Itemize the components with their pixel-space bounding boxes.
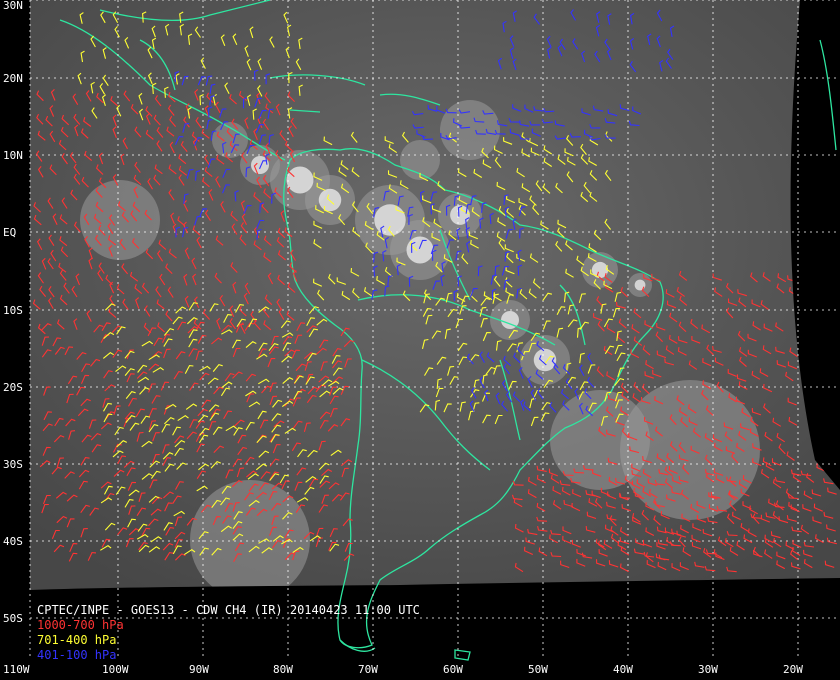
map-caption: CPTEC/INPE - GOES13 - CDW CH4 (IR) 20140… [37,603,420,663]
lon-label-60w: 60W [443,663,463,676]
legend-mid-level: 701-400 hPa [37,633,117,647]
lat-label-30s: 30S [3,458,23,471]
lat-label-40s: 40S [3,535,23,548]
legend-low-level: 1000-700 hPa [37,618,124,632]
lat-label-30n: 30N [3,0,23,12]
lon-label-20w: 20W [783,663,803,676]
wind-barb [826,469,837,477]
lon-label-80w: 80W [273,663,293,676]
lon-label-110w: 110W [3,663,30,676]
lon-label-50w: 50W [528,663,548,676]
lon-label-100w: 100W [102,663,129,676]
legend-high-level: 401-100 hPa [37,648,117,662]
satellite-wind-map: 30N 20N 10N EQ 10S 20S 30S 40S 50S 110W … [0,0,840,680]
lon-label-70w: 70W [358,663,378,676]
lat-label-20n: 20N [3,72,23,85]
lat-label-10n: 10N [3,149,23,162]
lat-label-50s: 50S [3,612,23,625]
lon-label-40w: 40W [613,663,633,676]
lon-label-30w: 30W [698,663,718,676]
map-title: CPTEC/INPE - GOES13 - CDW CH4 (IR) 20140… [37,603,420,617]
lat-label-eq: EQ [3,226,17,239]
map-canvas [29,0,840,661]
lon-label-90w: 90W [189,663,209,676]
lat-label-10s: 10S [3,304,23,317]
lat-label-20s: 20S [3,381,23,394]
